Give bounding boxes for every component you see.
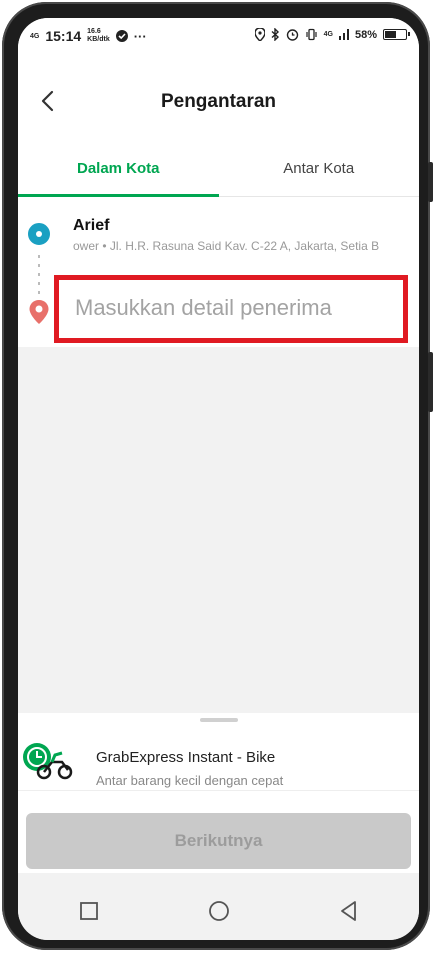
system-nav-bar — [18, 886, 419, 940]
route-card: Arief ower • Jl. H.R. Rasuna Said Kav. C… — [18, 197, 419, 347]
more-notifications: ··· — [133, 28, 147, 44]
battery-percent: 58% — [354, 28, 377, 41]
location-pin-icon — [29, 300, 49, 324]
recipient-detail-input[interactable]: Masukkan detail penerima — [54, 275, 408, 343]
network-indicator: 4G — [30, 32, 40, 40]
system-back-button[interactable] — [334, 896, 364, 926]
signal-icon — [338, 29, 349, 40]
data-speed: 16.6 KB/dtk — [87, 28, 110, 44]
recent-apps-button[interactable] — [74, 896, 104, 926]
volume-button — [428, 162, 433, 202]
tab-dalam-kota[interactable]: Dalam Kota — [18, 146, 219, 196]
service-name: GrabExpress Instant - Bike — [96, 749, 276, 766]
vibrate-icon — [306, 28, 317, 41]
alarm-icon — [286, 29, 298, 41]
app-header: Pengantaran — [18, 56, 419, 146]
screen: 4G 15:14 16.6 KB/dtk ··· 4G 58% Penganta… — [18, 18, 419, 940]
tab-antar-kota[interactable]: Antar Kota — [219, 146, 420, 196]
origin-dot-icon — [28, 223, 50, 245]
phone-frame: 4G 15:14 16.6 KB/dtk ··· 4G 58% Penganta… — [2, 2, 433, 950]
data-type: 4G — [323, 31, 333, 38]
motorbike-delivery-icon — [23, 743, 73, 780]
delivery-tabs: Dalam Kota Antar Kota — [18, 146, 419, 197]
service-option[interactable]: GrabExpress Instant - Bike Antar barang … — [18, 728, 419, 791]
service-description: Antar barang kecil dengan cepat — [96, 773, 284, 788]
battery-icon — [383, 29, 410, 40]
bottom-sheet: GrabExpress Instant - Bike Antar barang … — [18, 713, 419, 873]
circle-icon — [209, 901, 229, 921]
sheet-drag-handle[interactable] — [200, 718, 238, 722]
square-icon — [80, 902, 98, 920]
page-title: Pengantaran — [160, 91, 277, 112]
sender-address[interactable]: ower • Jl. H.R. Rasuna Said Kav. C-22 A,… — [73, 239, 413, 253]
data-speed-unit: KB/dtk — [87, 36, 110, 43]
power-button — [428, 352, 433, 412]
location-icon — [254, 28, 265, 41]
status-bar: 4G 15:14 16.6 KB/dtk ··· 4G 58% — [18, 18, 419, 56]
home-button[interactable] — [204, 896, 234, 926]
route-connector — [38, 255, 40, 295]
data-speed-value: 16.6 — [87, 28, 101, 35]
check-icon — [115, 30, 128, 42]
clock: 15:14 — [45, 28, 82, 44]
sender-name[interactable]: Arief — [73, 217, 109, 235]
bluetooth-icon — [271, 28, 279, 41]
triangle-left-icon — [341, 901, 356, 921]
battery-fill — [385, 31, 396, 38]
next-button[interactable]: Berikutnya — [26, 813, 411, 869]
